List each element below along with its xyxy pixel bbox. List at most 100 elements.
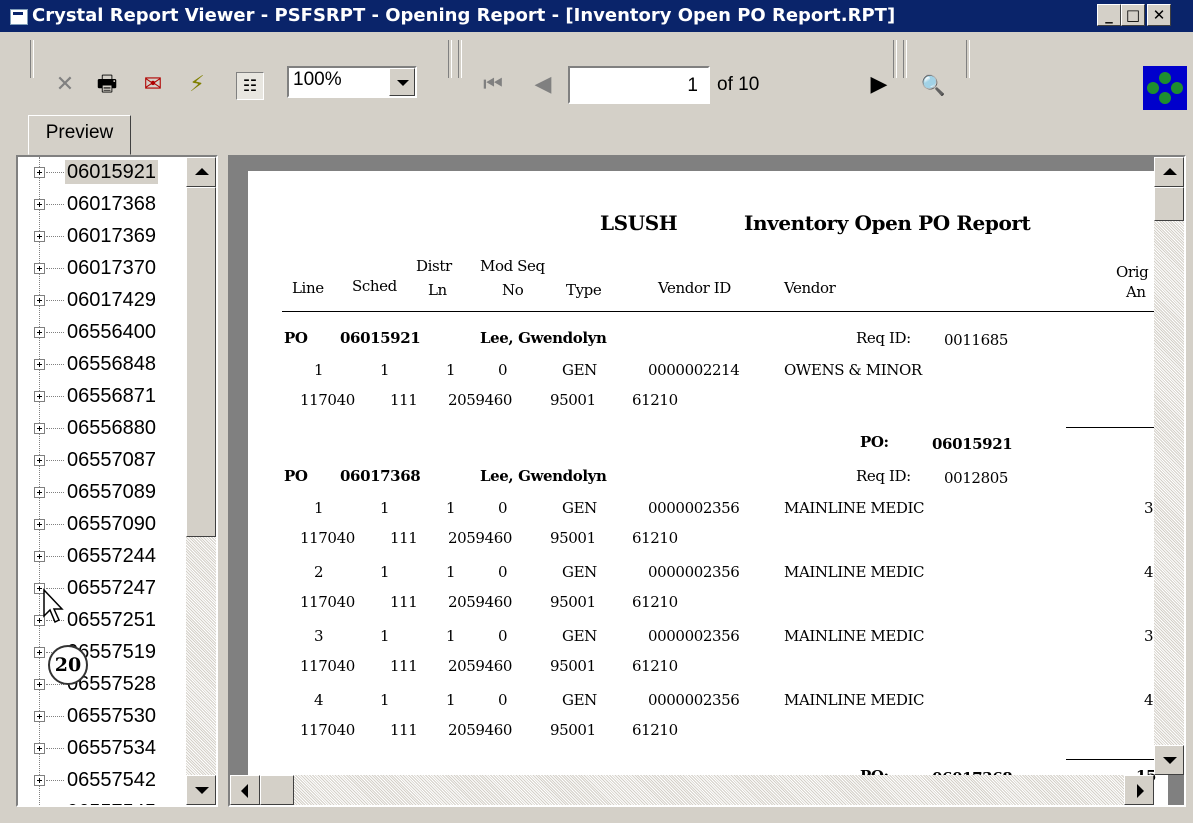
- toolbar-separator: [893, 40, 897, 78]
- tree-item[interactable]: 06556880: [18, 413, 188, 445]
- program-value: 61210: [632, 529, 678, 547]
- tree-item[interactable]: 06557090: [18, 509, 188, 541]
- fund-value: 95001: [550, 657, 596, 675]
- scroll-up-icon[interactable]: [186, 157, 216, 187]
- group-tree: 06015921 06017368 06017369 06017370 06017429…: [16, 155, 218, 807]
- scroll-down-icon[interactable]: [1154, 745, 1184, 775]
- toolbar-separator: [448, 40, 452, 78]
- subtotal-rule: [1066, 759, 1168, 760]
- vendor-name: MAINLINE MEDIC: [784, 499, 925, 517]
- fund-value: 95001: [550, 593, 596, 611]
- maximize-button[interactable]: □: [1121, 4, 1145, 26]
- page-total-label: of 10: [717, 74, 760, 95]
- tree-item[interactable]: 06557534: [18, 733, 188, 765]
- expand-plus-icon[interactable]: [34, 263, 45, 274]
- mod-seq-value: 0: [498, 361, 508, 379]
- group-tree-toggle-icon[interactable]: ☷: [236, 72, 264, 100]
- tree-item[interactable]: 06017369: [18, 221, 188, 253]
- report-vscroll-thumb[interactable]: [1154, 187, 1184, 221]
- tab-preview[interactable]: Preview: [28, 115, 131, 155]
- next-page-icon[interactable]: ▶: [866, 72, 892, 98]
- export-icon[interactable]: ✉: [140, 72, 166, 98]
- line-number: 2: [314, 563, 324, 581]
- amount-value: 4: [1144, 691, 1154, 709]
- chevron-down-icon[interactable]: [389, 68, 415, 96]
- first-page-icon[interactable]: ⏮: [480, 72, 506, 98]
- tree-item[interactable]: 06557542: [18, 765, 188, 797]
- account-value: 117040: [300, 721, 355, 739]
- expand-plus-icon[interactable]: [34, 519, 45, 530]
- expand-plus-icon[interactable]: [34, 775, 45, 786]
- tree-item[interactable]: 06556871: [18, 381, 188, 413]
- toolbar-separator: [458, 40, 462, 78]
- tree-item[interactable]: 06557519: [18, 637, 188, 669]
- page-number-input[interactable]: 1: [568, 66, 710, 104]
- expand-plus-icon[interactable]: [34, 423, 45, 434]
- expand-plus-icon[interactable]: [34, 455, 45, 466]
- tree-item-label: 06017429: [67, 289, 156, 311]
- expand-plus-icon[interactable]: [34, 295, 45, 306]
- report-preview: LSUSH Inventory Open PO Report Distr Mod…: [228, 155, 1186, 807]
- expand-plus-icon[interactable]: [34, 487, 45, 498]
- dept-value: 111: [390, 657, 418, 675]
- expand-plus-icon[interactable]: [34, 743, 45, 754]
- expand-plus-icon[interactable]: [34, 647, 45, 658]
- tree-item-label: 06557247: [67, 577, 156, 599]
- tree-item[interactable]: 06556848: [18, 349, 188, 381]
- app-icon: [10, 9, 28, 25]
- report-hscrollbar[interactable]: [230, 775, 1154, 805]
- expand-plus-icon[interactable]: [34, 231, 45, 242]
- sched-value: 1: [380, 627, 390, 645]
- scroll-up-icon[interactable]: [1154, 157, 1184, 187]
- minimize-button[interactable]: _: [1097, 4, 1121, 26]
- po-number: 06015921: [340, 329, 421, 347]
- dept-value: 111: [390, 593, 418, 611]
- print-icon[interactable]: 🖶: [94, 72, 120, 98]
- vendor-id-value: 0000002356: [648, 563, 740, 581]
- amount-value: 4: [1144, 563, 1154, 581]
- tree-item[interactable]: 06557244: [18, 541, 188, 573]
- expand-plus-icon[interactable]: [34, 327, 45, 338]
- col-orig-top: Orig: [1116, 263, 1149, 281]
- tree-scroll-thumb[interactable]: [186, 187, 216, 537]
- col-vendor: Vendor: [784, 279, 836, 297]
- expand-plus-icon[interactable]: [34, 199, 45, 210]
- scroll-left-icon[interactable]: [230, 775, 260, 805]
- expand-plus-icon[interactable]: [34, 551, 45, 562]
- tree-item[interactable]: 06557528: [18, 669, 188, 701]
- stop-icon[interactable]: ✕: [52, 72, 78, 98]
- report-hscroll-thumb[interactable]: [260, 775, 294, 805]
- tree-item-label: 06556400: [67, 321, 156, 343]
- scroll-down-icon[interactable]: [186, 775, 216, 805]
- po-number: 06017368: [340, 467, 421, 485]
- search-icon[interactable]: 🔍: [920, 72, 946, 98]
- distr-value: 1: [446, 499, 456, 517]
- tree-item-label: 06557534: [67, 737, 156, 759]
- tree-item[interactable]: 06557530: [18, 701, 188, 733]
- tree-item[interactable]: 06557545: [18, 797, 188, 805]
- refresh-lightning-icon[interactable]: ⚡: [184, 72, 210, 98]
- expand-plus-icon[interactable]: [34, 679, 45, 690]
- tree-item[interactable]: 06557087: [18, 445, 188, 477]
- expand-plus-icon[interactable]: [34, 359, 45, 370]
- col-type: Type: [566, 281, 602, 299]
- close-window-button[interactable]: ✕: [1147, 4, 1171, 26]
- fund-value: 95001: [550, 721, 596, 739]
- title-bar: Crystal Report Viewer - PSFSRPT - Openin…: [0, 0, 1193, 32]
- expand-plus-icon[interactable]: [34, 167, 45, 178]
- report-vscrollbar[interactable]: [1154, 157, 1184, 775]
- tree-item[interactable]: 06556400: [18, 317, 188, 349]
- expand-plus-icon[interactable]: [34, 711, 45, 722]
- project-value: 2059460: [448, 391, 513, 409]
- tree-item[interactable]: 06017370: [18, 253, 188, 285]
- expand-plus-icon[interactable]: [34, 391, 45, 402]
- tree-item[interactable]: 06017368: [18, 189, 188, 221]
- line-number: 3: [314, 627, 324, 645]
- tree-item[interactable]: 06015921: [18, 157, 188, 189]
- tree-item[interactable]: 06557089: [18, 477, 188, 509]
- zoom-select[interactable]: 100%: [287, 66, 417, 98]
- sched-value: 1: [380, 361, 390, 379]
- scroll-right-icon[interactable]: [1124, 775, 1154, 805]
- tree-item[interactable]: 06017429: [18, 285, 188, 317]
- previous-page-icon[interactable]: ◀: [530, 72, 556, 98]
